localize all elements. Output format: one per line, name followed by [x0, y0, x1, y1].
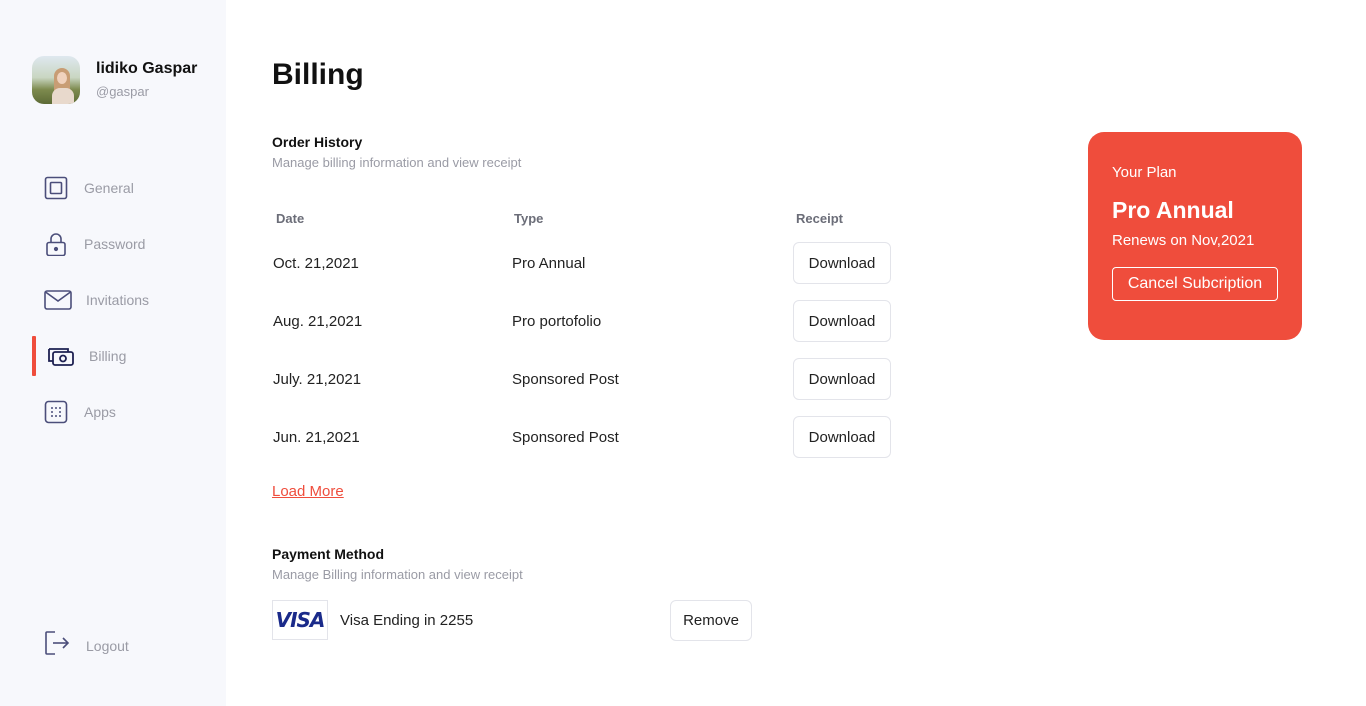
sidebar-nav: General Password Invitations Billing App… [0, 160, 226, 440]
order-history-subtitle: Manage billing information and view rece… [272, 155, 522, 170]
order-date: Oct. 21,2021 [273, 254, 359, 272]
logout-icon [44, 630, 70, 661]
sidebar-item-label: Invitations [86, 292, 150, 308]
user-handle: @gaspar [96, 84, 149, 99]
plan-name: Pro Annual [1112, 197, 1234, 223]
table-row: Oct. 21,2021 Pro Annual Download [272, 234, 912, 292]
sidebar-item-general[interactable]: General [0, 160, 226, 216]
order-history-table: Date Type Receipt Oct. 21,2021 Pro Annua… [272, 206, 912, 466]
plan-card: Your Plan Pro Annual Renews on Nov,2021 … [1088, 132, 1302, 340]
plan-label: Your Plan [1112, 164, 1177, 181]
mail-icon [44, 288, 72, 312]
order-type: Sponsored Post [512, 428, 619, 446]
download-button[interactable]: Download [793, 416, 891, 458]
download-button[interactable]: Download [793, 300, 891, 342]
order-date: Aug. 21,2021 [273, 312, 363, 330]
column-header-type: Type [514, 210, 544, 226]
grid-icon [44, 400, 68, 424]
order-history-header: Order History Manage billing information… [272, 134, 521, 170]
order-history-title: Order History [272, 134, 363, 150]
avatar [32, 56, 80, 104]
remove-card-button[interactable]: Remove [670, 600, 752, 641]
table-header: Date Type Receipt [272, 206, 912, 230]
sidebar-item-apps[interactable]: Apps [0, 384, 226, 440]
table-row: Aug. 21,2021 Pro portofolio Download [272, 292, 912, 350]
table-row: Jun. 21,2021 Sponsored Post Download [272, 408, 912, 466]
sidebar-item-label: General [84, 180, 134, 196]
order-type: Sponsored Post [512, 370, 619, 388]
page-title: Billing [272, 58, 364, 91]
square-icon [44, 176, 68, 200]
sidebar-item-label: Password [84, 236, 146, 252]
user-profile[interactable]: lidiko Gaspar @gaspar [32, 56, 197, 104]
column-header-date: Date [276, 210, 305, 226]
visa-logo: VISA [272, 600, 328, 640]
lock-icon [44, 232, 68, 256]
cancel-subscription-button[interactable]: Cancel Subcription [1112, 267, 1278, 301]
order-type: Pro Annual [512, 254, 586, 272]
download-button[interactable]: Download [793, 242, 891, 284]
order-type: Pro portofolio [512, 312, 602, 330]
money-icon [48, 344, 74, 368]
sidebar-item-label: Apps [84, 404, 116, 420]
sidebar-item-invitations[interactable]: Invitations [0, 272, 226, 328]
logout-button[interactable]: Logout [44, 630, 129, 661]
sidebar-item-label: Billing [89, 348, 127, 364]
column-header-receipt: Receipt [796, 210, 843, 226]
user-name: lidiko Gaspar [96, 60, 198, 77]
payment-method-title: Payment Method [272, 546, 385, 562]
order-date: July. 21,2021 [273, 370, 362, 388]
payment-card-row: VISA Visa Ending in 2255 [272, 600, 473, 640]
payment-method-subtitle: Manage Billing information and view rece… [272, 567, 523, 582]
table-row: July. 21,2021 Sponsored Post Download [272, 350, 912, 408]
sidebar-item-password[interactable]: Password [0, 216, 226, 272]
logout-label: Logout [86, 637, 129, 654]
plan-renewal: Renews on Nov,2021 [1112, 232, 1255, 249]
order-date: Jun. 21,2021 [273, 428, 360, 446]
sidebar: lidiko Gaspar @gaspar General Password I… [0, 0, 226, 706]
card-description: Visa Ending in 2255 [340, 611, 474, 629]
download-button[interactable]: Download [793, 358, 891, 400]
load-more-link[interactable]: Load More [272, 483, 344, 500]
payment-method-header: Payment Method Manage Billing informatio… [272, 546, 523, 582]
sidebar-item-billing[interactable]: Billing [0, 328, 226, 384]
